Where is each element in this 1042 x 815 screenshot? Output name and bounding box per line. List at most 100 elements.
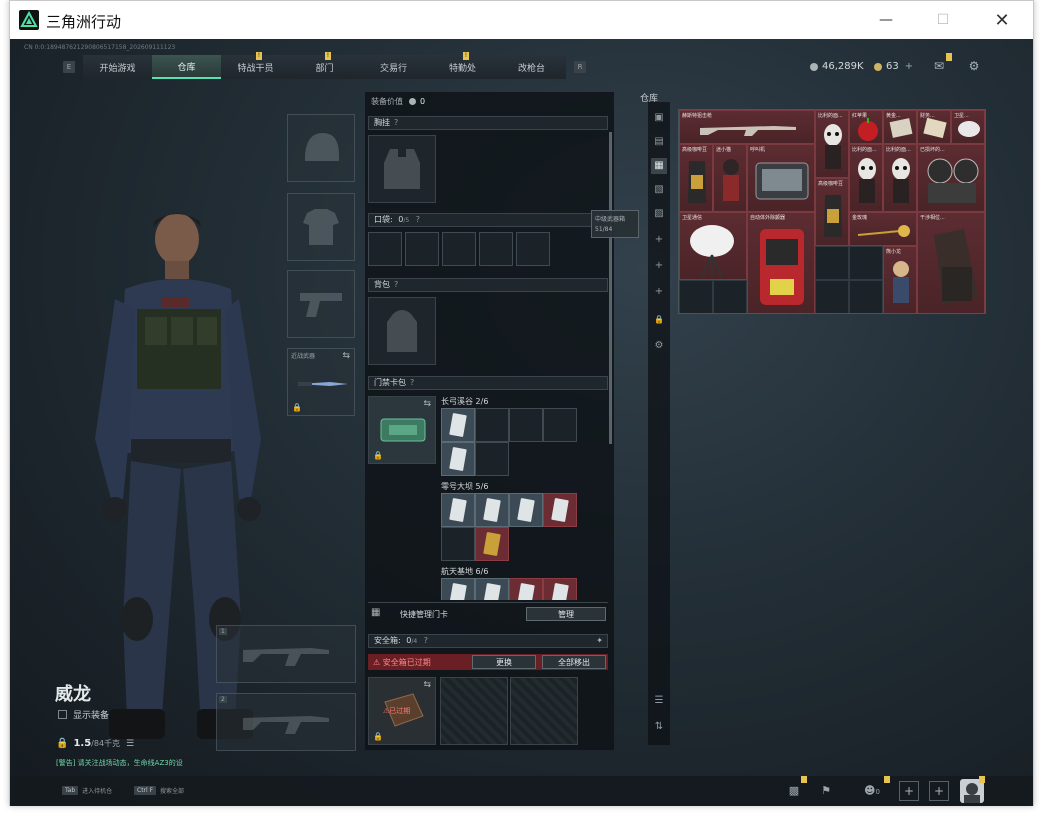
pocket-slot[interactable] [516, 232, 550, 266]
add-currency-button[interactable]: + [905, 61, 913, 72]
tab-gunsmith[interactable]: 改枪台 [497, 55, 566, 79]
warehouse-item[interactable]: 迷小猫 [713, 144, 747, 212]
flag-icon[interactable]: ⚑ [817, 782, 835, 800]
warehouse-item[interactable]: 金玫瑰 [849, 212, 917, 246]
grid-cell[interactable] [849, 246, 883, 280]
warehouse-item[interactable]: 已损坏的... [917, 144, 985, 212]
warehouse-tab-icon[interactable]: ▤ [651, 134, 667, 150]
secondary-weapon-slot[interactable]: 2 [216, 693, 356, 751]
checkbox[interactable] [58, 710, 67, 719]
keycard-item[interactable] [475, 493, 509, 527]
backpack-slot[interactable] [368, 297, 436, 365]
warehouse-tab-icon[interactable]: ▦ [651, 158, 667, 174]
scrollbar[interactable] [609, 132, 612, 444]
warehouse-tab-icon[interactable]: ▧ [651, 182, 667, 198]
help-icon[interactable]: ? [394, 280, 398, 289]
minimize-button[interactable]: — [863, 1, 909, 39]
help-icon[interactable]: ? [410, 378, 414, 387]
warehouse-item[interactable]: 呼叫机 [747, 144, 815, 212]
settings-gear-icon[interactable]: ⚙ [651, 338, 667, 354]
armor-slot[interactable] [287, 193, 355, 261]
keycard-item[interactable] [441, 408, 475, 442]
manage-button[interactable]: 管理 [526, 607, 606, 621]
keycard-slot[interactable] [475, 442, 509, 476]
keycard-item[interactable] [441, 442, 475, 476]
replace-button[interactable]: 更换 [472, 655, 536, 669]
keycard-slot[interactable] [543, 408, 577, 442]
show-equipment-toggle[interactable]: 显示装备 [58, 708, 109, 721]
list-icon[interactable]: ☰ [126, 739, 134, 749]
tab-special-ops[interactable]: 特勤处! [428, 52, 497, 79]
warehouse-item[interactable]: 比利的面... [849, 144, 883, 212]
settings-gear-icon[interactable]: ⚙ [966, 59, 982, 73]
mail-icon[interactable]: ✉ [931, 59, 947, 73]
tab-trading[interactable]: 交易行 [359, 55, 428, 79]
keycard-item[interactable] [509, 493, 543, 527]
keycard-slot[interactable] [475, 408, 509, 442]
grid-cell[interactable] [713, 280, 747, 313]
melee-slot[interactable]: 近战武器 ⇆ 🔒 [287, 348, 355, 416]
keycard-item[interactable] [475, 527, 509, 561]
warehouse-item[interactable]: 卫星通信 [679, 212, 747, 280]
keycard-item[interactable] [509, 578, 543, 600]
safe-box-storage-cell[interactable] [510, 677, 578, 745]
add-tab-icon[interactable]: + [651, 232, 667, 248]
pistol-slot[interactable] [287, 270, 355, 338]
keycard-slot[interactable] [509, 408, 543, 442]
keycard-slot[interactable] [441, 527, 475, 561]
pocket-slot[interactable] [368, 232, 402, 266]
tab-operators[interactable]: 特战干员! [221, 52, 290, 79]
lock-icon[interactable]: 🔒 [651, 312, 667, 328]
keycard-bag-slot[interactable]: ⇆ 🔒 [368, 396, 436, 464]
grid-cell[interactable] [849, 280, 883, 313]
pocket-slot[interactable] [479, 232, 513, 266]
swap-icon[interactable]: ⇆ [423, 680, 431, 690]
gold-currency[interactable]: 63 + [874, 61, 913, 72]
help-icon[interactable]: ? [394, 118, 398, 127]
add-tab-icon[interactable]: + [651, 258, 667, 274]
swap-icon[interactable]: ⇆ [342, 351, 350, 361]
tab-warehouse[interactable]: 仓库 [152, 55, 221, 79]
hint-search-all[interactable]: Ctrl F 搜索全部 [134, 786, 184, 795]
warehouse-item[interactable]: 自动体外除颤器 [747, 212, 815, 313]
prev-tab-key[interactable]: E [63, 61, 75, 73]
friends-button[interactable]: ☻0 [857, 782, 887, 800]
safe-box-slot[interactable]: ⚠已过期 ⇆ 🔒 [368, 677, 436, 745]
warehouse-item[interactable]: 卫星... [951, 110, 985, 144]
warehouse-item[interactable]: 黄金... [883, 110, 917, 144]
warehouse-item[interactable]: 赫斯特狙击枪 [679, 110, 815, 144]
grid-cell[interactable] [815, 280, 849, 313]
next-tab-key[interactable]: R [574, 61, 586, 73]
warehouse-item[interactable]: 高级咖啡豆 [815, 178, 849, 246]
helmet-slot[interactable] [287, 114, 355, 182]
swap-icon[interactable]: ⇆ [423, 399, 431, 409]
maximize-button[interactable]: ☐ [920, 1, 966, 39]
close-button[interactable]: ✕ [979, 1, 1025, 39]
keycard-item[interactable] [441, 493, 475, 527]
warehouse-item[interactable]: 红苹果 [849, 110, 883, 144]
warehouse-tab-icon[interactable]: ▨ [651, 206, 667, 222]
keycard-item[interactable] [543, 493, 577, 527]
help-icon[interactable]: ? [424, 636, 428, 645]
warehouse-item[interactable]: 财务... [917, 110, 951, 144]
stats-icon[interactable]: ▩ [785, 782, 803, 800]
chest-rig-slot[interactable] [368, 135, 436, 203]
keycard-item[interactable] [475, 578, 509, 600]
primary-weapon-slot[interactable]: 1 [216, 625, 356, 683]
grid-cell[interactable] [815, 246, 849, 280]
tab-department[interactable]: 部门! [290, 52, 359, 79]
add-tab-icon[interactable]: + [651, 284, 667, 300]
pocket-slot[interactable] [442, 232, 476, 266]
warehouse-item[interactable]: 熊小龙 [883, 246, 917, 313]
grid-cell[interactable] [679, 280, 713, 313]
hint-enter-standby[interactable]: Tab 进入待机仓 [62, 786, 112, 795]
move-all-button[interactable]: 全部移出 [542, 655, 606, 669]
tab-start-game[interactable]: 开始游戏 [83, 55, 152, 79]
warehouse-item[interactable]: 比利的面... [883, 144, 917, 212]
sort-icon[interactable]: ⇅ [651, 719, 667, 735]
safe-box-storage-cell[interactable] [440, 677, 508, 745]
warehouse-item[interactable]: 高级咖啡豆 [679, 144, 713, 212]
help-icon[interactable]: ? [416, 215, 420, 224]
pin-icon[interactable]: ✦ [596, 635, 603, 647]
add-teammate-button[interactable]: + [929, 781, 949, 801]
